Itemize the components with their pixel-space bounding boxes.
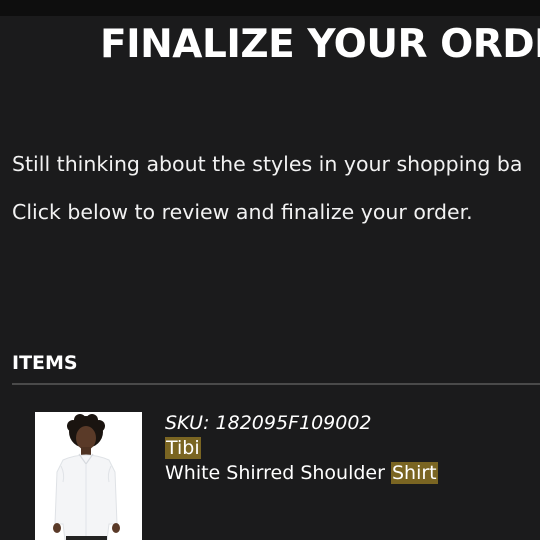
intro-line-1: Still thinking about the styles in your … [12, 152, 523, 176]
item-name-highlight: Shirt [390, 462, 438, 484]
intro-line-2: Click below to review and finalize your … [12, 200, 473, 224]
item-brand-row: Tibi [165, 436, 438, 461]
intro-text: Still thinking about the styles in your … [12, 146, 540, 242]
item-sku: SKU: 182095F109002 [165, 412, 372, 434]
page-title: FINALIZE YOUR ORDE [100, 22, 540, 67]
item-name-text: White Shirred Shoulder [165, 462, 391, 484]
product-image[interactable] [35, 412, 142, 540]
item-details: SKU: 182095F109002 Tibi White Shirred Sh… [165, 411, 438, 486]
top-bar [0, 0, 540, 16]
email-page: FINALIZE YOUR ORDE Still thinking about … [0, 0, 540, 540]
item-name[interactable]: White Shirred Shoulder Shirt [165, 461, 438, 486]
items-heading: ITEMS [12, 352, 78, 374]
divider [12, 383, 540, 385]
item-brand[interactable]: Tibi [165, 437, 201, 459]
product-photo [35, 412, 142, 540]
